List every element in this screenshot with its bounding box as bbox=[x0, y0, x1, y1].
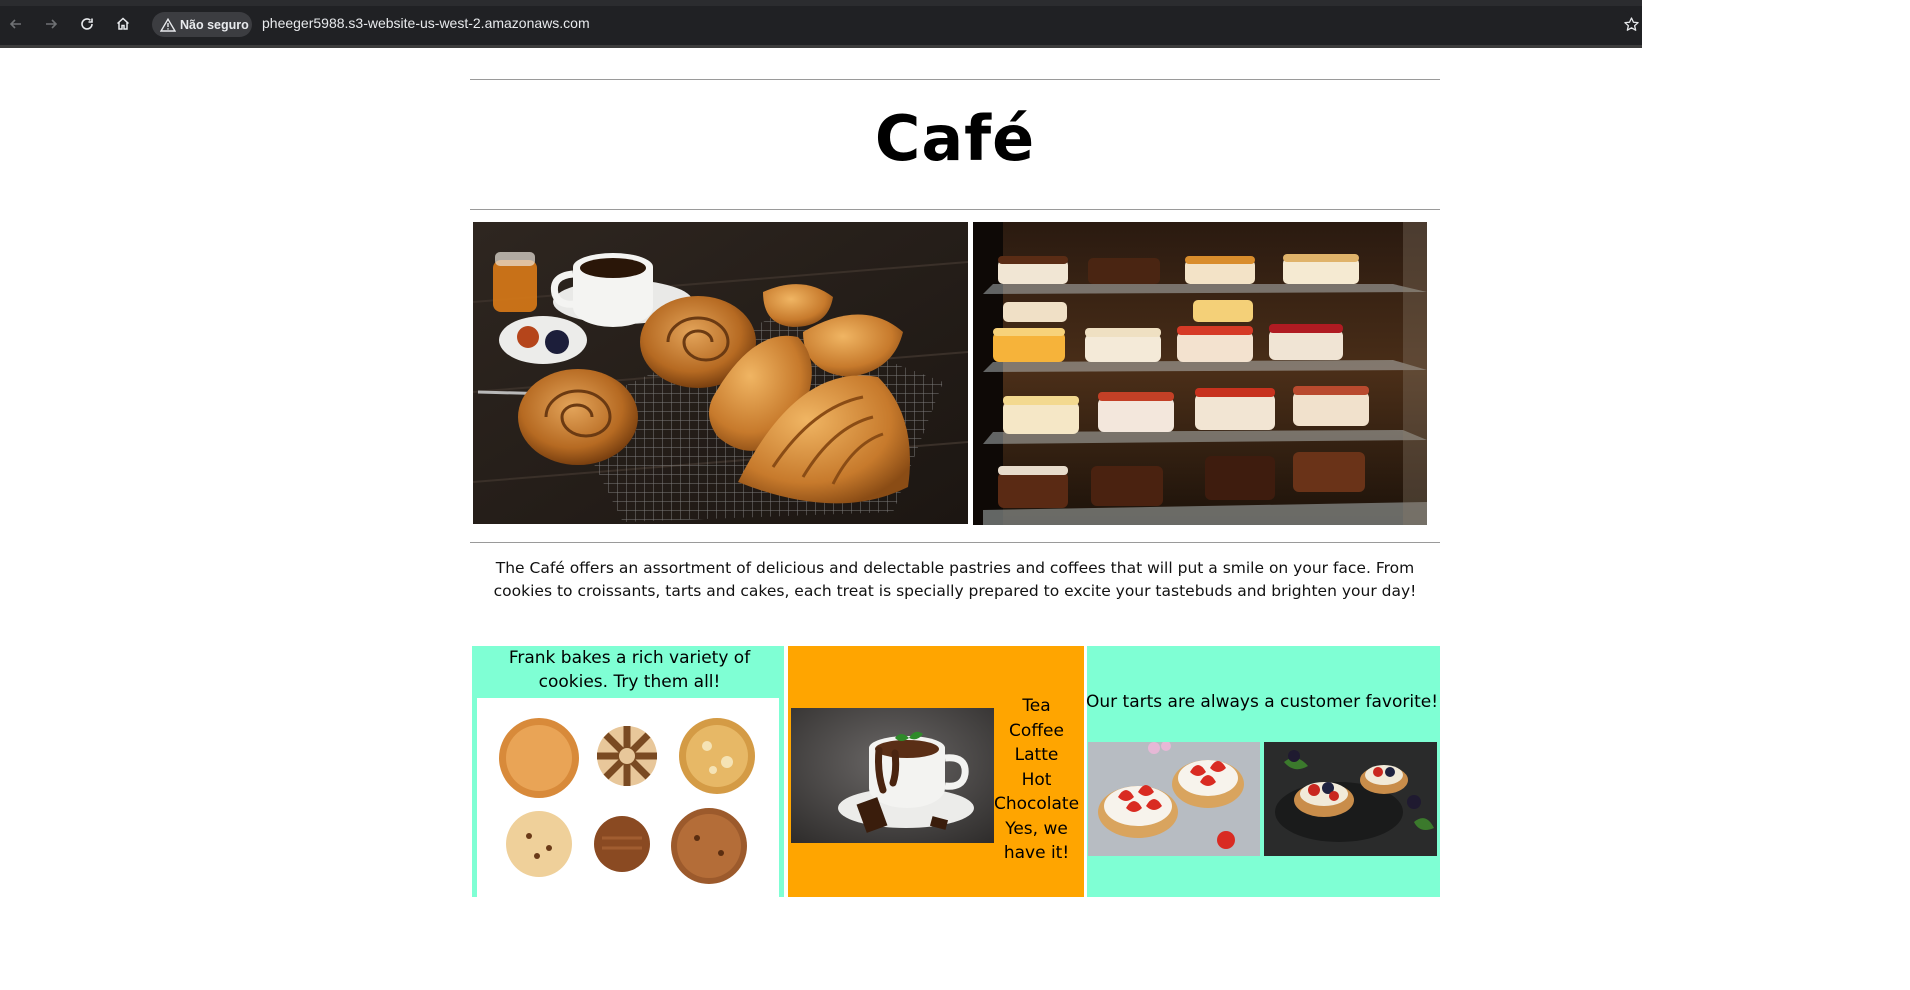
browser-toolbar: Não seguro pheeger5988.s3-website-us-wes… bbox=[0, 0, 1642, 48]
cake-display-photo bbox=[973, 222, 1427, 525]
tab-strip-edge bbox=[0, 0, 1642, 6]
page-title: Café bbox=[874, 102, 1036, 175]
title-divider bbox=[470, 209, 1440, 210]
intro-paragraph: The Café offers an assortment of delicio… bbox=[493, 559, 1417, 600]
bookmark-button[interactable] bbox=[1619, 12, 1643, 36]
security-label: Não seguro bbox=[180, 17, 249, 32]
drinks-item: Latte bbox=[1014, 745, 1059, 765]
berry-tarts-photo bbox=[1264, 742, 1437, 856]
strawberry-tarts-photo bbox=[1088, 742, 1260, 856]
drinks-list: Tea Coffee Latte Hot Chocolate Yes, we h… bbox=[992, 694, 1081, 866]
reload-button[interactable] bbox=[75, 12, 99, 36]
pastries-photo bbox=[473, 222, 968, 524]
tarts-caption: Our tarts are always a customer favorite… bbox=[1085, 692, 1439, 712]
home-button[interactable] bbox=[111, 12, 135, 36]
intro-divider bbox=[470, 542, 1440, 543]
warning-icon bbox=[160, 17, 176, 32]
bookmark-star-icon bbox=[1623, 16, 1639, 31]
drinks-item: Yes, we bbox=[1005, 818, 1068, 839]
drinks-item: Hot bbox=[1021, 769, 1052, 790]
cookies-caption: Frank bakes a rich variety of cookies. T… bbox=[508, 648, 751, 692]
forward-button[interactable] bbox=[39, 12, 63, 36]
hot-chocolate-photo bbox=[791, 708, 994, 843]
home-icon bbox=[116, 17, 130, 30]
top-divider bbox=[470, 79, 1440, 80]
drinks-item: Coffee bbox=[1009, 720, 1064, 741]
forward-arrow-icon bbox=[46, 19, 58, 29]
drinks-item: Chocolate bbox=[993, 794, 1080, 814]
back-button[interactable] bbox=[4, 12, 28, 36]
drinks-item: have it! bbox=[1003, 843, 1070, 863]
toolbar-divider bbox=[0, 45, 1642, 48]
security-chip[interactable]: Não seguro bbox=[152, 12, 252, 37]
url-text[interactable]: pheeger5988.s3-website-us-west-2.amazona… bbox=[262, 15, 590, 31]
cookies-photo bbox=[477, 698, 779, 897]
drinks-item: Tea bbox=[1022, 696, 1051, 716]
reload-icon bbox=[81, 18, 93, 30]
back-arrow-icon bbox=[9, 19, 21, 29]
